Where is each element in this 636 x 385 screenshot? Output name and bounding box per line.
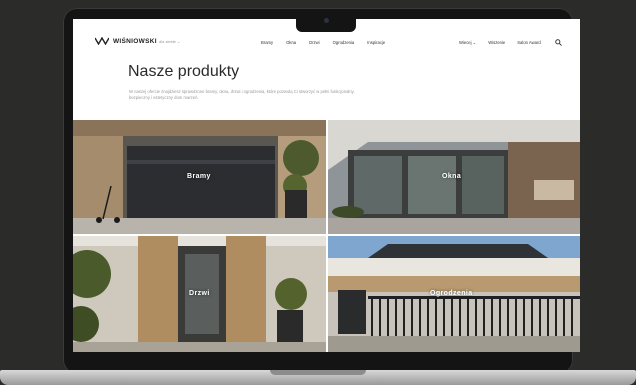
main-menu: Bramy Okna Drzwi Ogrodzenia Inspiracje bbox=[261, 40, 398, 45]
product-tile-ogrodzenia[interactable]: Ogrodzenia bbox=[328, 236, 580, 352]
nav-link-more[interactable]: Wiecej ⌄ bbox=[459, 40, 476, 45]
brand-logo[interactable]: WIŚNIOWSKI bbox=[95, 37, 157, 45]
nav-link-okna[interactable]: Okna bbox=[286, 40, 296, 45]
region-label: dla siebie bbox=[159, 39, 176, 44]
nav-link-salon-award[interactable]: Salon Award bbox=[517, 40, 540, 45]
chevron-down-icon: ⌄ bbox=[177, 39, 181, 44]
brand-name: WIŚNIOWSKI bbox=[113, 37, 157, 45]
product-tile-okna[interactable]: Okna bbox=[328, 120, 580, 234]
product-grid: Bramy Okna Drzwi Ogrodzenia bbox=[73, 120, 580, 352]
intro-text: W naszej ofercie znajdziesz sprawdzone b… bbox=[129, 89, 355, 100]
nav-link-bramy[interactable]: Bramy bbox=[261, 40, 273, 45]
product-tile-bramy[interactable]: Bramy bbox=[73, 120, 326, 234]
nav-link-wiszenie[interactable]: Wiszenie bbox=[488, 40, 505, 45]
nav-link-inspiracje[interactable]: Inspiracje bbox=[367, 40, 385, 45]
region-selector[interactable]: dla siebie ⌄ bbox=[159, 39, 180, 44]
search-icon[interactable] bbox=[555, 39, 562, 46]
logo-icon bbox=[95, 37, 109, 45]
camera-notch bbox=[296, 14, 356, 32]
product-label-drzwi: Drzwi bbox=[189, 290, 210, 297]
page-title: Nasze produkty bbox=[128, 63, 240, 80]
product-tile-drzwi[interactable]: Drzwi bbox=[73, 236, 326, 352]
camera-icon bbox=[324, 18, 329, 23]
product-label-ogrodzenia: Ogrodzenia bbox=[430, 290, 473, 297]
nav-link-drzwi[interactable]: Drzwi bbox=[309, 40, 319, 45]
secondary-menu: Wiecej ⌄ Wiszenie Salon Award bbox=[459, 40, 553, 45]
laptop-base-notch bbox=[270, 370, 366, 375]
browser-screen: WIŚNIOWSKI dla siebie ⌄ Bramy Okna Drzwi… bbox=[73, 19, 580, 352]
product-label-okna: Okna bbox=[442, 173, 462, 180]
product-label-bramy: Bramy bbox=[187, 173, 211, 180]
nav-link-ogrodzenia[interactable]: Ogrodzenia bbox=[333, 40, 355, 45]
